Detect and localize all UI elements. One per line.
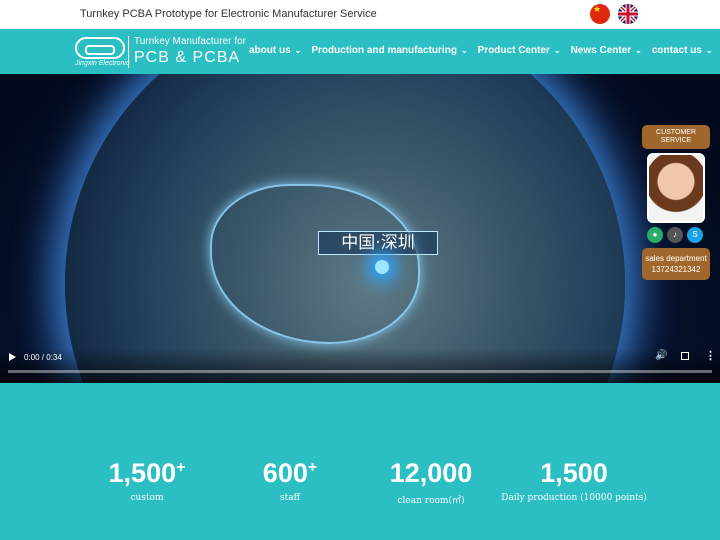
nav-item-product-center[interactable]: Product Center ⌄	[478, 45, 561, 56]
stat-label: Daily production (10000 points)	[501, 493, 647, 503]
stat-label: staff	[280, 493, 300, 503]
nav-item-about-us[interactable]: about us ⌄	[249, 45, 301, 56]
nav-menu: about us ⌄ Production and manufacturing ⌄ …	[249, 45, 713, 56]
skype-icon[interactable]: S	[687, 227, 703, 243]
main-nav: Jingxin Electronic Turnkey Manufacturer …	[0, 29, 720, 74]
chinese-flag-icon[interactable]: ★	[590, 4, 610, 24]
stat-staff: 600+ staff	[240, 458, 340, 503]
stat-value: 1,500	[540, 458, 608, 488]
city-label: 中国·深圳	[318, 231, 438, 255]
more-options-icon[interactable]: ⋮	[705, 349, 716, 362]
chevron-down-icon: ⌄	[460, 46, 468, 55]
nav-item-contact-us[interactable]: contact us ⌄	[652, 45, 713, 56]
logo-line2: PCB & PCBA	[134, 49, 241, 66]
sales-department-label: sales department	[645, 254, 707, 263]
stats-section: 1,500+ custom 600+ staff 12,000 clean ro…	[0, 458, 720, 518]
wechat-icon[interactable]: ●	[647, 227, 663, 243]
volume-icon[interactable]: 🔊	[655, 350, 667, 361]
agent-avatar	[647, 153, 705, 223]
logo-divider	[128, 36, 129, 68]
stat-value: 600	[262, 458, 308, 488]
customer-service-title[interactable]: CUSTOMER SERVICE	[642, 125, 710, 149]
stat-custom: 1,500+ custom	[97, 458, 197, 503]
contact-icons: ● ♪ S	[647, 227, 710, 243]
stat-clean-room: 12,000 clean room(㎡)	[371, 458, 491, 506]
customer-service-widget: CUSTOMER SERVICE ● ♪ S sales department …	[642, 125, 710, 280]
play-icon[interactable]	[9, 353, 16, 361]
nav-item-production[interactable]: Production and manufacturing ⌄	[311, 45, 467, 56]
pcb-logo-icon	[75, 37, 125, 59]
chevron-down-icon: ⌄	[705, 46, 713, 55]
chevron-down-icon: ⌄	[294, 46, 302, 55]
stat-plus: +	[307, 459, 318, 476]
city-marker	[375, 260, 389, 274]
stat-plus: +	[176, 459, 186, 476]
sales-department-box[interactable]: sales department 13724321342	[642, 248, 710, 280]
chevron-down-icon: ⌄	[553, 46, 561, 55]
stat-value: 12,000	[389, 458, 473, 488]
stat-label: custom	[130, 493, 164, 503]
top-bar: Turnkey PCBA Prototype for Electronic Ma…	[0, 0, 720, 29]
fullscreen-icon[interactable]	[681, 352, 689, 360]
stat-daily-production: 1,500 Daily production (10000 points)	[498, 458, 650, 503]
stat-value: 1,500	[108, 458, 177, 488]
tagline: Turnkey PCBA Prototype for Electronic Ma…	[80, 8, 377, 20]
chevron-down-icon: ⌄	[635, 46, 642, 55]
stat-label: clean room(㎡)	[397, 496, 465, 506]
video-progress-bar[interactable]	[8, 370, 712, 373]
logo[interactable]: Jingxin Electronic Turnkey Manufacturer …	[75, 34, 246, 70]
video-time: 0:00 / 0:34	[24, 353, 62, 362]
logo-company: Jingxin Electronic	[75, 60, 130, 67]
hero-video[interactable]: 中国·深圳 0:00 / 0:34 🔊 ⋮	[0, 74, 720, 383]
nav-item-news-center[interactable]: News Center ⌄	[571, 45, 642, 56]
sales-phone: 13724321342	[651, 265, 701, 274]
uk-flag-icon[interactable]	[618, 4, 638, 24]
tiktok-icon[interactable]: ♪	[667, 227, 683, 243]
video-controls: 0:00 / 0:34 🔊 ⋮	[0, 348, 720, 383]
logo-line1: Turnkey Manufacturer for	[134, 36, 246, 47]
